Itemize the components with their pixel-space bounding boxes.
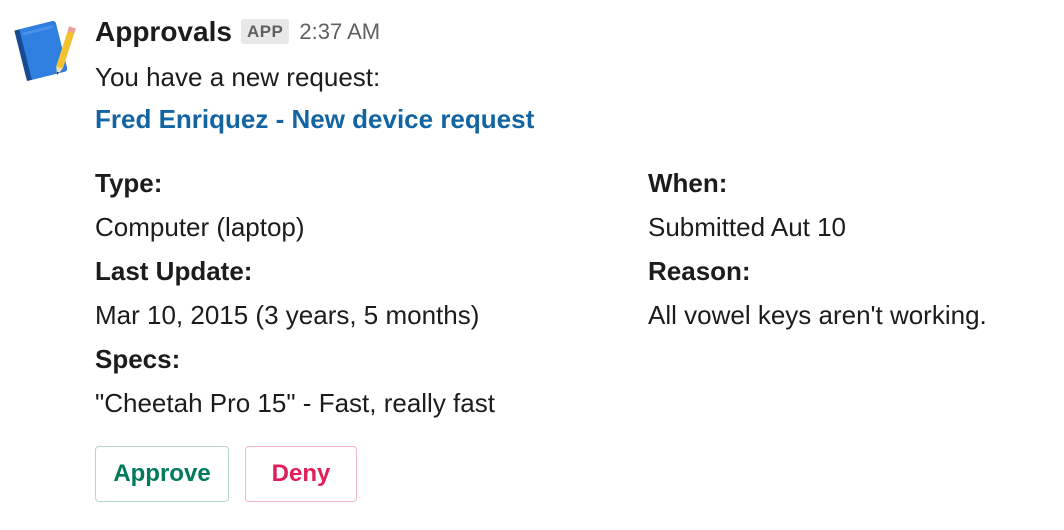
notebook-pencil-icon [14, 21, 76, 82]
field-value-type: Computer (laptop) [95, 212, 305, 242]
field-label-reason: Reason: [648, 256, 751, 286]
deny-button[interactable]: Deny [245, 446, 357, 502]
approve-button[interactable]: Approve [95, 446, 229, 502]
intro-text: You have a new request: [95, 62, 381, 92]
sender-name[interactable]: Approvals [95, 16, 232, 48]
field-label-specs: Specs: [95, 344, 181, 374]
message-header: Approvals APP 2:37 AM [95, 16, 380, 48]
field-value-when: Submitted Aut 10 [648, 212, 847, 242]
field-value-specs: "Cheetah Pro 15" - Fast, really fast [95, 388, 495, 418]
fields-left-column: Type: Computer (laptop) Last Update: Mar… [95, 165, 645, 429]
field-value-reason: All vowel keys aren't working. [648, 300, 987, 330]
field-label-type: Type: [95, 168, 163, 198]
fields-right-column: When: Submitted Aut 10 Reason: All vowel… [648, 165, 1064, 341]
message-timestamp[interactable]: 2:37 AM [299, 19, 380, 45]
app-avatar[interactable] [10, 16, 78, 84]
field-label-last-update: Last Update: [95, 256, 253, 286]
field-label-when: When: [648, 168, 728, 198]
field-value-last-update: Mar 10, 2015 (3 years, 5 months) [95, 300, 480, 330]
app-badge: APP [240, 18, 290, 44]
request-link[interactable]: Fred Enriquez - New device request [95, 104, 534, 135]
action-buttons: Approve Deny [95, 446, 357, 502]
